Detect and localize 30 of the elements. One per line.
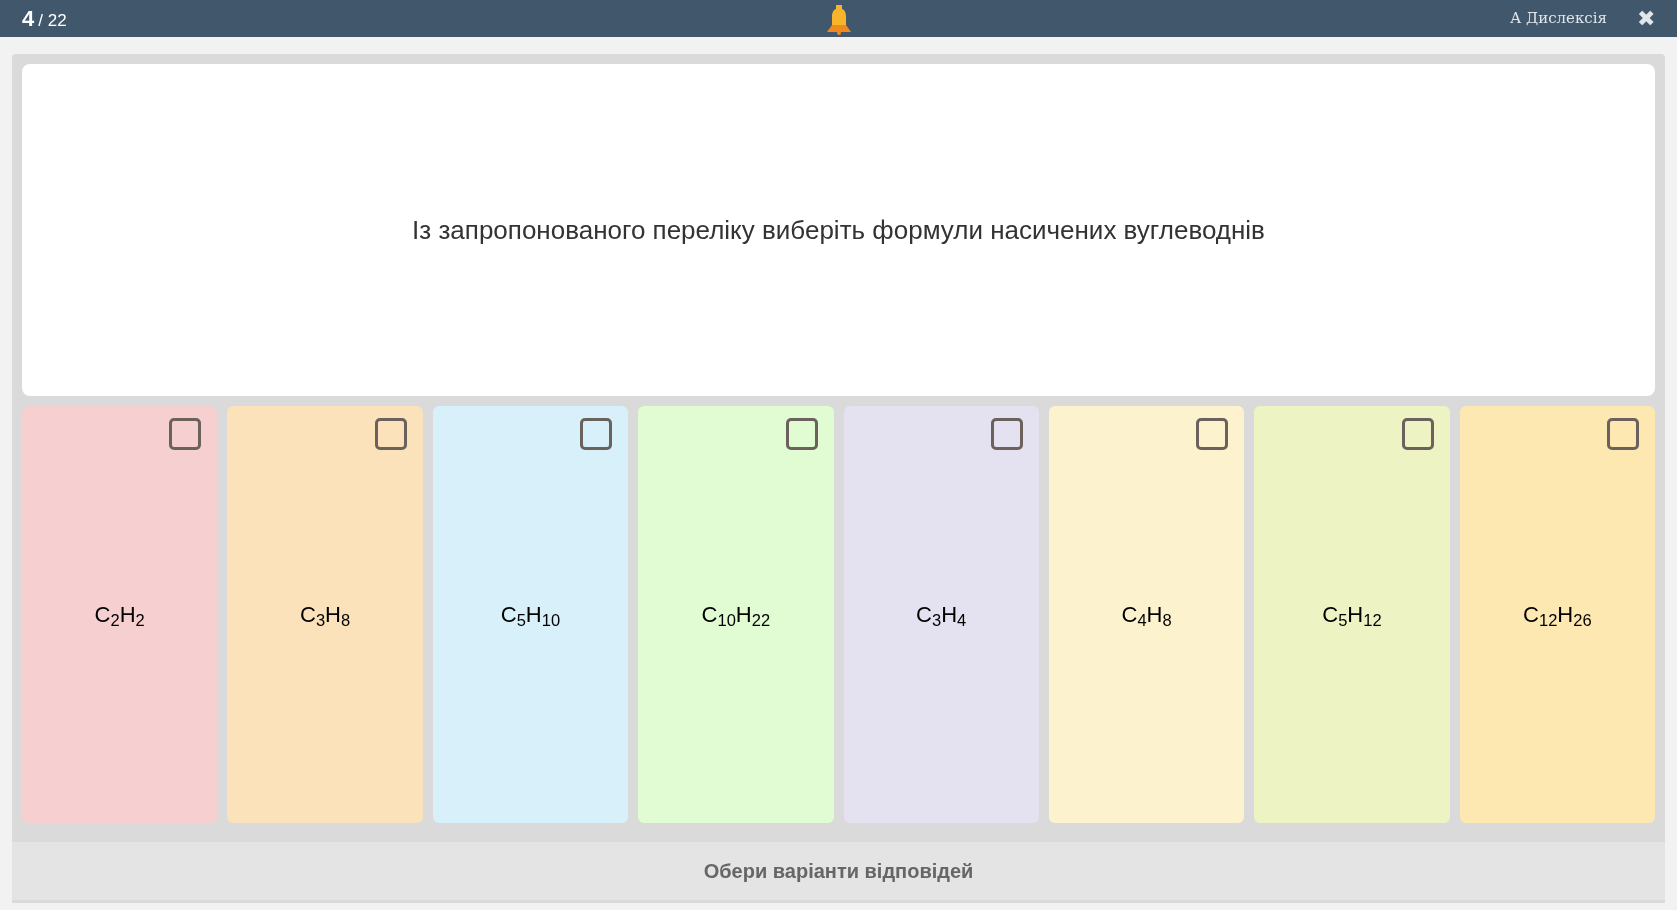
formula-text: C$_{4}$H$_{8}$: [1121, 601, 1172, 631]
question-text: Із запропонованого переліку виберіть формули насичених вуглеводнів: [412, 213, 1265, 247]
checkbox[interactable]: [1607, 418, 1639, 450]
checkbox[interactable]: [1401, 418, 1434, 450]
answer-card[interactable]: C$_{5}$H$_{10}$: [432, 406, 629, 823]
answer-card[interactable]: C$_{10}$H$_{22}$: [638, 406, 834, 823]
checkbox[interactable]: [785, 418, 818, 450]
answer-card[interactable]: C$_{2}$H$_{2}$: [22, 406, 218, 823]
formula-text: C$_{3}$H$_{4}$: [916, 601, 967, 631]
formula-text: C$_{5}$H$_{12}$: [1322, 601, 1382, 631]
answer-card[interactable]: C$_{5}$H$_{12}$: [1254, 406, 1450, 823]
formula-text: C$_{10}$H$_{22}$: [701, 601, 771, 631]
dyslexia-toggle[interactable]: A Дислексія: [1510, 7, 1607, 30]
checkbox[interactable]: [580, 418, 613, 450]
checkbox[interactable]: [169, 418, 202, 450]
formula-text: C$_{5}$H$_{10}$: [500, 601, 561, 631]
checkbox[interactable]: [1196, 418, 1229, 450]
checkbox[interactable]: [374, 418, 407, 450]
formula-text: C$_{2}$H$_{2}$: [94, 601, 145, 631]
answer-card[interactable]: C$_{3}$H$_{4}$: [843, 406, 1039, 823]
submit-button[interactable]: Обери варіанти відповідей: [12, 842, 1665, 900]
answer-card[interactable]: C$_{4}$H$_{8}$: [1048, 406, 1245, 823]
question-number: 4: [22, 5, 35, 33]
close-button[interactable]: ✖: [1637, 7, 1655, 30]
checkbox[interactable]: [990, 418, 1023, 450]
answer-card[interactable]: C$_{12}$H$_{26}$: [1459, 406, 1655, 823]
formula-text: C$_{12}$H$_{26}$: [1523, 601, 1592, 631]
answer-card[interactable]: C$_{3}$H$_{8}$: [227, 406, 423, 823]
formula-text: C$_{3}$H$_{8}$: [300, 601, 351, 631]
question-total: / 22: [38, 10, 67, 32]
